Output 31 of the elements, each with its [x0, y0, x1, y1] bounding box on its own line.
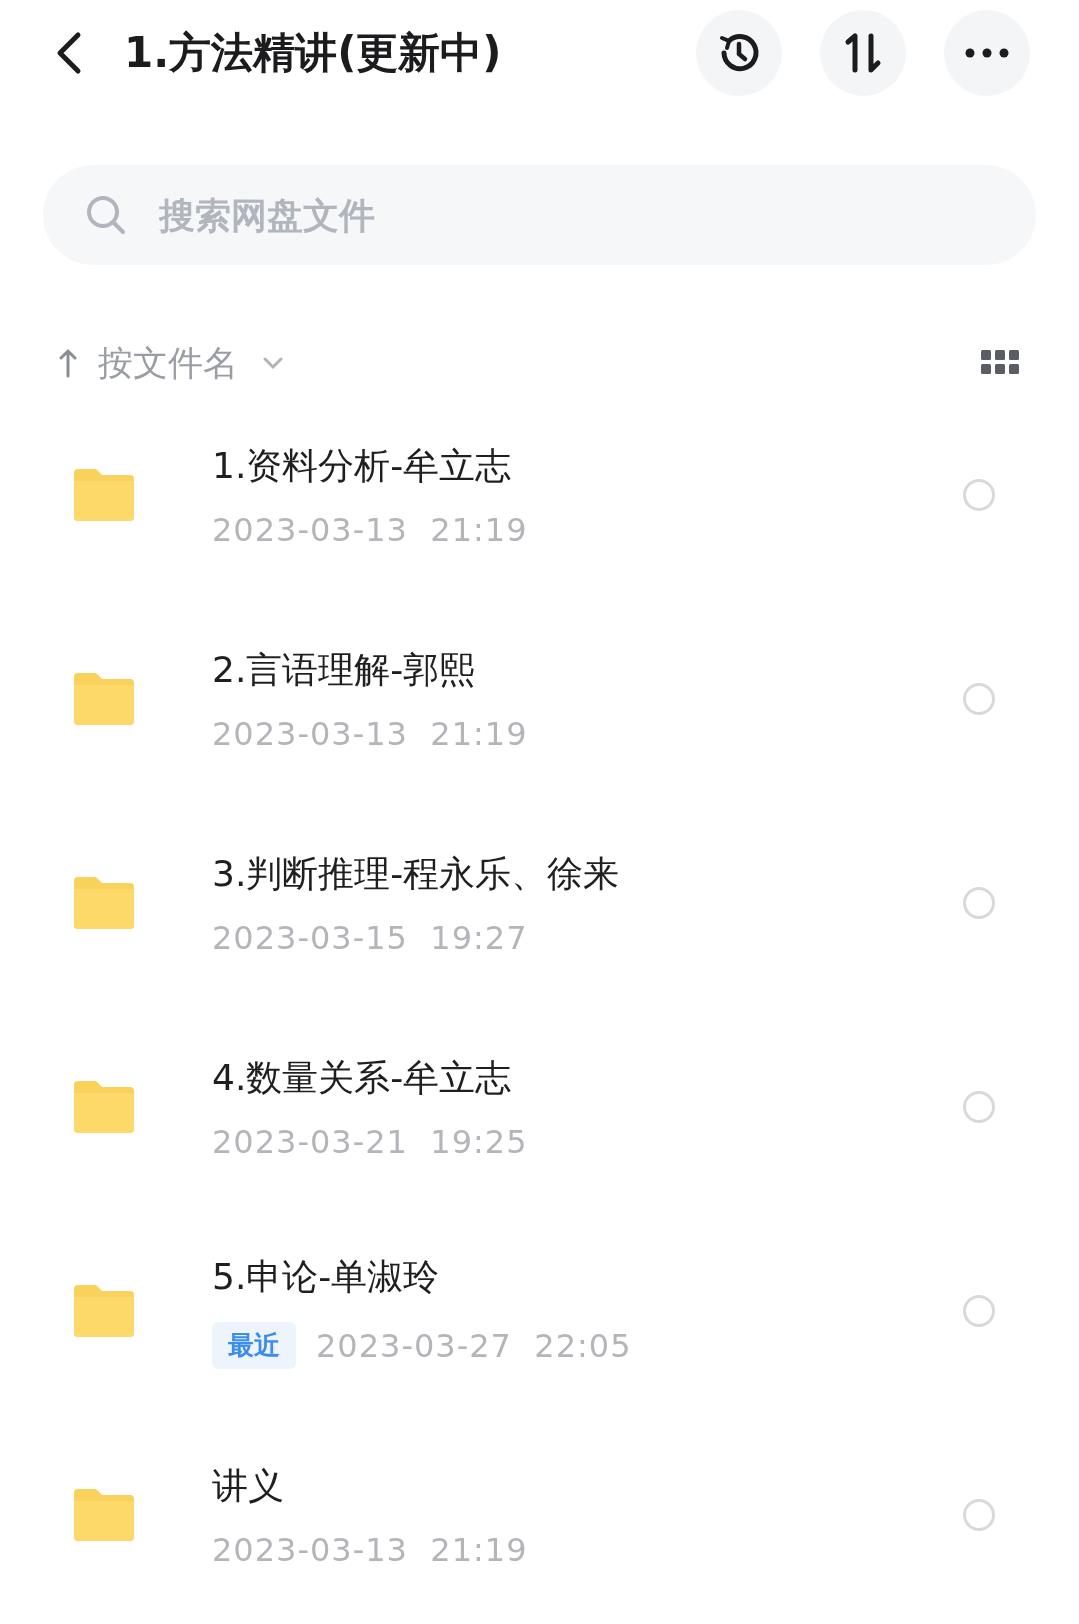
- folder-name[interactable]: 3.判断推理-程永乐、徐来: [212, 849, 963, 899]
- select-radio[interactable]: [963, 1295, 995, 1327]
- folder-icon: [72, 467, 136, 523]
- select-radio[interactable]: [963, 683, 995, 715]
- up-arrow-icon: [58, 348, 78, 378]
- caret-icon: [262, 356, 284, 370]
- folder-name[interactable]: 4.数量关系-牟立志: [212, 1053, 963, 1103]
- folder-icon: [72, 1487, 136, 1543]
- folder-icon: [72, 1079, 136, 1135]
- folder-name[interactable]: 5.申论-单淑玲: [212, 1253, 963, 1302]
- modified-date: 2023-03-13 21:19: [212, 714, 528, 753]
- more-icon: [965, 47, 1009, 58]
- modified-date: 2023-03-27 22:05: [316, 1326, 632, 1365]
- select-radio[interactable]: [963, 479, 995, 511]
- select-radio[interactable]: [963, 887, 995, 919]
- grid-view-icon[interactable]: [981, 350, 1019, 376]
- folder-icon: [72, 1283, 136, 1339]
- modified-date: 2023-03-13 21:19: [212, 510, 528, 549]
- modified-date: 2023-03-21 19:25: [212, 1122, 528, 1161]
- folder-icon: [72, 671, 136, 727]
- recent-tag: 最近: [212, 1322, 296, 1369]
- folder-title: 1.方法精讲(更新中): [124, 26, 503, 79]
- folder-name[interactable]: 讲义: [212, 1461, 963, 1511]
- select-radio[interactable]: [963, 1499, 995, 1531]
- folder-name[interactable]: 1.资料分析-牟立志: [212, 441, 963, 491]
- modified-date: 2023-03-13 21:19: [212, 1530, 528, 1569]
- folder-icon: [72, 875, 136, 931]
- select-radio[interactable]: [963, 1091, 995, 1123]
- modified-date: 2023-03-15 19:27: [212, 918, 528, 957]
- folder-name[interactable]: 2.言语理解-郭熙: [212, 645, 963, 695]
- search-icon: [85, 194, 127, 236]
